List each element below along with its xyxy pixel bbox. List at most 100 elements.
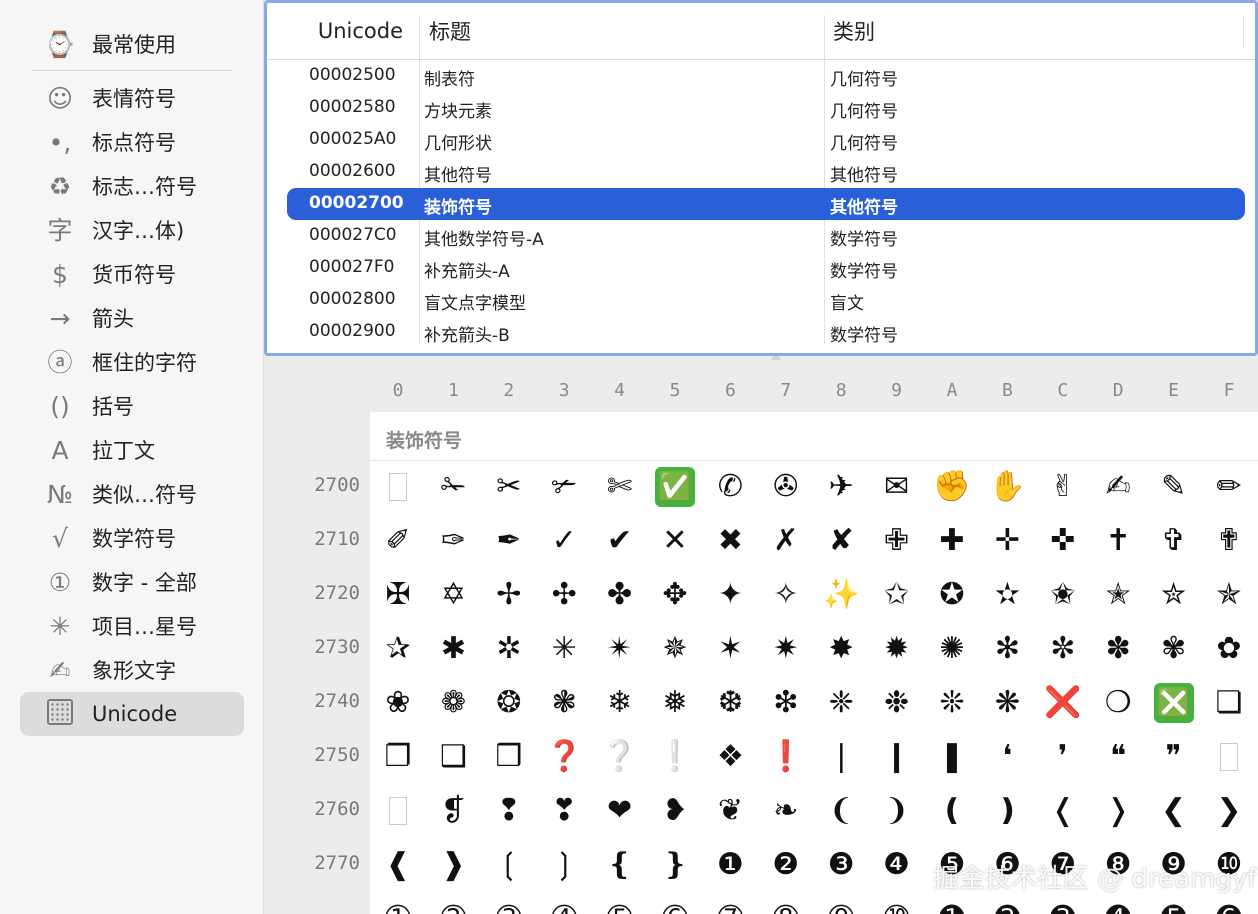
table-row[interactable]: 00002700 装饰符号 其他符号	[287, 188, 1245, 220]
character-cell[interactable]: ✛	[979, 514, 1035, 568]
character-cell[interactable]: ❣	[536, 784, 592, 838]
character-cell[interactable]: ✉	[869, 460, 925, 514]
character-cell[interactable]: ❏	[1201, 676, 1257, 730]
sidebar-item-4[interactable]: ♻ 标志…符号	[20, 164, 244, 208]
character-cell[interactable]: ❎	[1146, 676, 1202, 730]
character-cell[interactable]: ❇	[758, 676, 814, 730]
character-cell[interactable]: ✽	[1090, 622, 1146, 676]
character-cell[interactable]: ✼	[1035, 622, 1091, 676]
character-cell[interactable]: ❭	[1090, 784, 1146, 838]
character-cell[interactable]: ❹	[869, 838, 925, 892]
character-cell[interactable]: ❩	[869, 784, 925, 838]
character-cell[interactable]: ❤	[592, 784, 648, 838]
character-cell[interactable]	[370, 460, 426, 514]
character-cell[interactable]: ✬	[1035, 568, 1091, 622]
character-cell[interactable]: ✋	[979, 460, 1035, 514]
character-cell[interactable]: ✥	[647, 568, 703, 622]
character-cell[interactable]: ❊	[924, 676, 980, 730]
table-row[interactable]: 00002500 制表符 几何符号	[287, 60, 1245, 92]
character-cell[interactable]: ➀	[370, 892, 426, 914]
character-cell[interactable]: ✸	[813, 622, 869, 676]
character-cell[interactable]: ❚	[924, 730, 980, 784]
character-cell[interactable]: ❡	[425, 784, 481, 838]
character-cell[interactable]: ➅	[647, 892, 703, 914]
character-cell[interactable]: ❈	[813, 676, 869, 730]
character-cell[interactable]: ❜	[1035, 730, 1091, 784]
character-cell[interactable]: ➏	[1201, 892, 1257, 914]
sidebar-item-11[interactable]: № 类似…符号	[20, 472, 244, 516]
character-cell[interactable]: ✺	[924, 622, 980, 676]
character-cell[interactable]: ❙	[869, 730, 925, 784]
sidebar-item-15[interactable]: ✍ 象形文字	[20, 648, 244, 692]
character-cell[interactable]: ❋	[979, 676, 1035, 730]
character-cell[interactable]: ➁	[425, 892, 481, 914]
character-cell[interactable]: ❰	[370, 838, 426, 892]
character-cell[interactable]: ❀	[370, 676, 426, 730]
table-row[interactable]: 000027F0 补充箭头-A 数学符号	[287, 252, 1245, 284]
character-cell[interactable]	[1201, 730, 1257, 784]
sidebar-item-8[interactable]: ⓐ 框住的字符	[20, 340, 244, 384]
character-cell[interactable]: ❖	[702, 730, 758, 784]
sidebar-item-2[interactable]: ☺ 表情符号	[20, 76, 244, 120]
character-cell[interactable]: ✘	[813, 514, 869, 568]
character-cell[interactable]: ➈	[813, 892, 869, 914]
character-cell[interactable]: ✮	[1146, 568, 1202, 622]
character-cell[interactable]: ❪	[924, 784, 980, 838]
character-cell[interactable]: ➌	[1035, 892, 1091, 914]
sidebar-item-5[interactable]: 字汉字…体)	[20, 208, 244, 252]
sidebar-item-7[interactable]: → 箭头	[20, 296, 244, 340]
character-cell[interactable]: ✍	[1090, 460, 1146, 514]
character-cell[interactable]: ✌	[1035, 460, 1091, 514]
character-cell[interactable]: ➂	[481, 892, 537, 914]
character-cell[interactable]: ❱	[425, 838, 481, 892]
character-cell[interactable]: ✠	[370, 568, 426, 622]
character-cell[interactable]: ❆	[702, 676, 758, 730]
character-cell[interactable]: ❯	[1201, 784, 1257, 838]
character-cell[interactable]: ➇	[758, 892, 814, 914]
column-header-category[interactable]: 类别	[825, 3, 1255, 60]
table-row[interactable]: 00002580 方块元素 几何符号	[287, 92, 1245, 124]
character-cell[interactable]: ❂	[481, 676, 537, 730]
character-cell[interactable]: ❷	[758, 838, 814, 892]
sidebar-item-3[interactable]: •, 标点符号	[20, 120, 244, 164]
character-cell[interactable]: ✵	[647, 622, 703, 676]
character-cell[interactable]: ✻	[979, 622, 1035, 676]
unicode-block-table[interactable]: Unicode 标题 类别 00002500 制表符 几何符号 00002580 方块元…	[264, 0, 1258, 356]
character-cell[interactable]: ➍	[1090, 892, 1146, 914]
character-cell[interactable]: ❐	[370, 730, 426, 784]
character-cell[interactable]: ✧	[758, 568, 814, 622]
character-cell[interactable]: ❛	[979, 730, 1035, 784]
sidebar-item-6[interactable]: $ 货币符号	[20, 252, 244, 296]
character-cell[interactable]: ✙	[869, 514, 925, 568]
character-cell[interactable]: ✁	[425, 460, 481, 514]
character-cell[interactable]: ❞	[1146, 730, 1202, 784]
sidebar-item-14[interactable]: ✳ 项目…星号	[20, 604, 244, 648]
character-cell[interactable]: ✐	[370, 514, 426, 568]
character-cell[interactable]: ❢	[481, 784, 537, 838]
character-cell[interactable]: ✡	[425, 568, 481, 622]
character-cell[interactable]: ❗	[758, 730, 814, 784]
character-cell[interactable]: ❧	[758, 784, 814, 838]
character-cell[interactable]: ❄	[592, 676, 648, 730]
character-cell[interactable]: ✭	[1090, 568, 1146, 622]
table-row[interactable]: 000025A0 几何形状 几何符号	[287, 124, 1245, 156]
character-cell[interactable]: ❁	[425, 676, 481, 730]
character-cell[interactable]: ✑	[425, 514, 481, 568]
character-cell[interactable]: ❮	[1146, 784, 1202, 838]
table-row[interactable]: 00002900 补充箭头-B 数学符号	[287, 316, 1245, 348]
character-cell[interactable]: ✒	[481, 514, 537, 568]
character-cell[interactable]: ✊	[924, 460, 980, 514]
character-cell[interactable]: ❅	[647, 676, 703, 730]
sidebar-item-1[interactable]: ⌚ 最常使用	[20, 22, 244, 66]
character-cell[interactable]: ✓	[536, 514, 592, 568]
character-cell[interactable]: ✳	[536, 622, 592, 676]
character-cell[interactable]: ❲	[481, 838, 537, 892]
column-header-title[interactable]: 标题	[419, 3, 825, 60]
character-cell[interactable]: ✦	[702, 568, 758, 622]
character-cell[interactable]: ❌	[1035, 676, 1091, 730]
character-cell[interactable]: ❘	[813, 730, 869, 784]
character-cell[interactable]: ✾	[1146, 622, 1202, 676]
character-cell[interactable]: ❉	[869, 676, 925, 730]
character-cell[interactable]: ❨	[813, 784, 869, 838]
sidebar-item-12[interactable]: √ 数学符号	[20, 516, 244, 560]
